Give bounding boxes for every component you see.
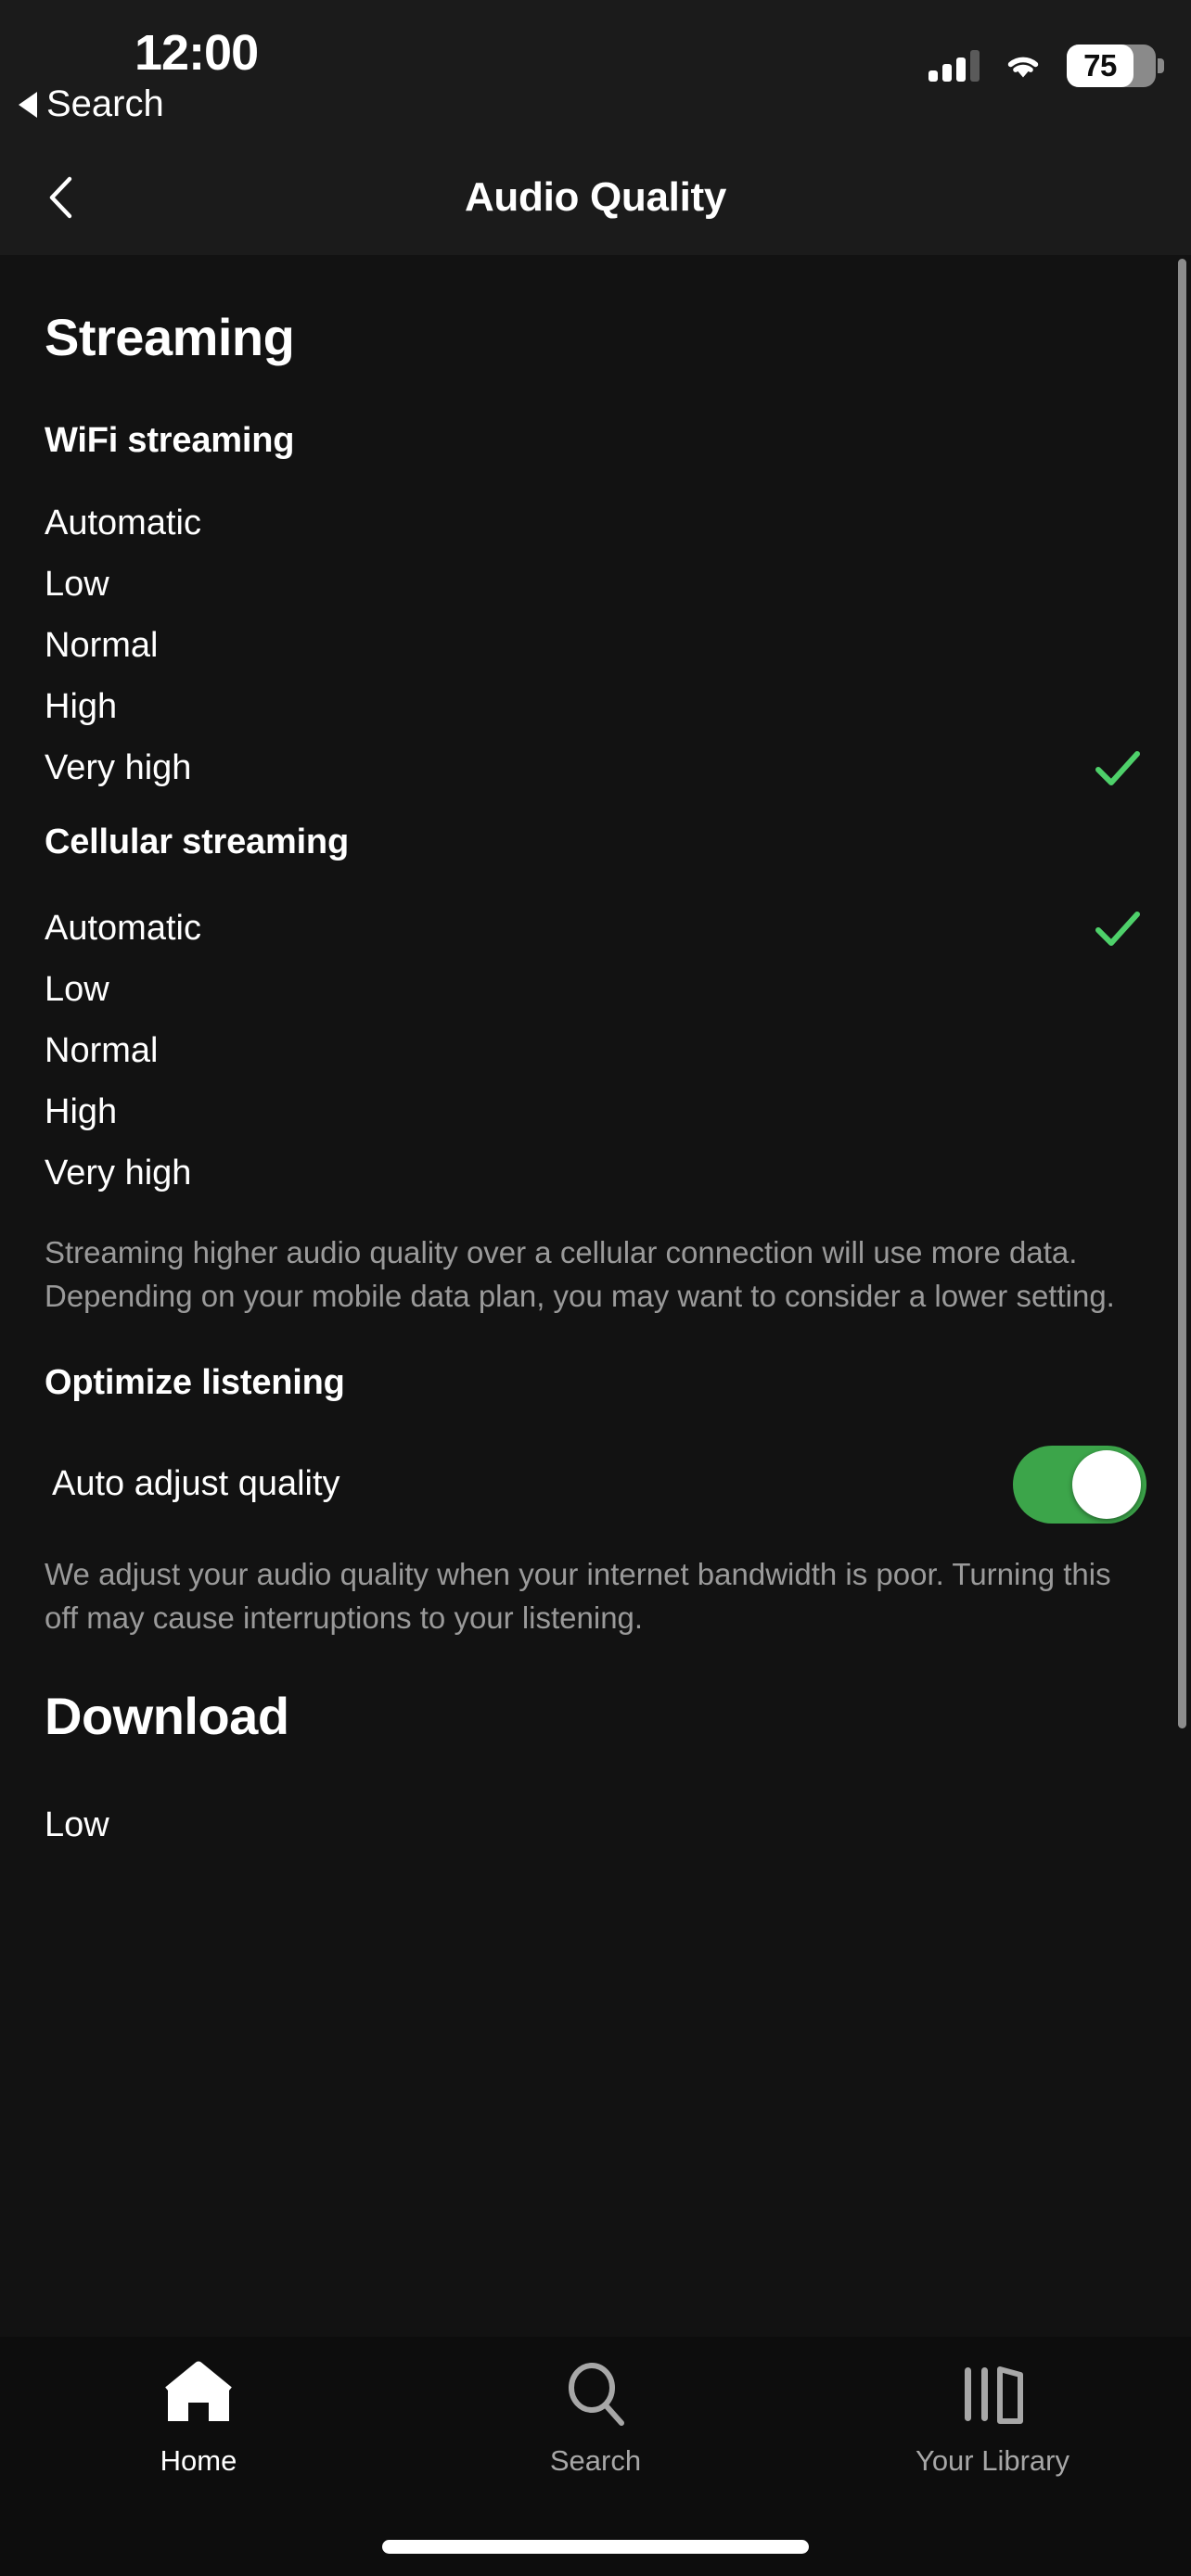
auto-adjust-quality-row[interactable]: Auto adjust quality [45,1440,1146,1529]
checkmark-icon [1089,899,1146,957]
tab-label: Your Library [915,2444,1069,2477]
nav-bar: Audio Quality [0,139,1191,255]
status-bar-back-label: Search [46,83,164,124]
home-indicator [382,2540,809,2554]
option-label: Very high [45,747,192,787]
subheading-cellular-streaming: Cellular streaming [45,823,349,861]
status-bar: 12:00 Search 75 [0,0,1191,139]
option-label: Low [45,969,109,1009]
settings-scroll-area[interactable]: Streaming WiFi streaming Automatic Low N… [0,255,1191,2576]
option-label: Normal [45,1030,159,1070]
page-title: Audio Quality [464,173,727,220]
vertical-scrollbar[interactable] [1178,259,1186,1728]
auto-adjust-quality-label: Auto adjust quality [52,1464,340,1504]
tab-label: Home [160,2444,237,2477]
option-label: Low [45,1804,109,1844]
auto-adjust-quality-toggle[interactable] [1013,1445,1146,1524]
option-label: Automatic [45,908,201,948]
home-icon [162,2357,235,2429]
tab-label: Search [549,2444,642,2477]
cellular-description: Streaming higher audio quality over a ce… [45,1235,1115,1313]
tab-your-library[interactable]: Your Library [794,2357,1191,2478]
cellular-option-high[interactable]: High [45,1081,1146,1142]
cellular-option-low[interactable]: Low [45,959,1146,1020]
wifi-option-low[interactable]: Low [45,554,1146,615]
status-bar-clock: 12:00 [134,25,259,81]
status-bar-indicators: 75 [928,45,1164,87]
download-option-low[interactable]: Low [45,1794,1146,1855]
option-label: Automatic [45,503,201,542]
cellular-option-normal[interactable]: Normal [45,1020,1146,1081]
wifi-option-automatic[interactable]: Automatic [45,492,1146,554]
wifi-option-very-high[interactable]: Very high [45,737,1146,798]
back-triangle-icon [19,91,37,118]
toggle-knob [1072,1449,1141,1519]
search-icon [560,2357,631,2429]
option-label: Normal [45,625,159,665]
cellular-option-very-high[interactable]: Very high [45,1142,1146,1204]
tab-home[interactable]: Home [0,2357,397,2478]
wifi-option-normal[interactable]: Normal [45,615,1146,676]
bottom-tab-bar: Home Search Your Library [0,2337,1191,2576]
cellular-option-automatic[interactable]: Automatic [45,898,1146,959]
battery-icon: 75 [1067,45,1164,87]
wifi-icon [1002,50,1044,82]
section-title-optimize-listening: Optimize listening [45,1362,345,1402]
library-icon [955,2357,1030,2429]
subheading-wifi-streaming: WiFi streaming [45,421,295,460]
section-title-streaming: Streaming [45,308,295,366]
status-bar-back-to-app[interactable]: Search [19,83,164,125]
checkmark-icon [1089,739,1146,797]
cellular-signal-icon [928,50,980,82]
battery-percent-label: 75 [1083,48,1117,83]
section-title-download: Download [45,1687,289,1746]
optimize-description: We adjust your audio quality when your i… [45,1556,1111,1635]
tab-search[interactable]: Search [397,2357,794,2478]
option-label: High [45,686,118,726]
wifi-option-high[interactable]: High [45,676,1146,737]
phone-screen: 12:00 Search 75 Audio Quality Streaming … [0,0,1191,2576]
option-label: Low [45,564,109,604]
option-label: Very high [45,1153,192,1192]
option-label: High [45,1091,118,1131]
